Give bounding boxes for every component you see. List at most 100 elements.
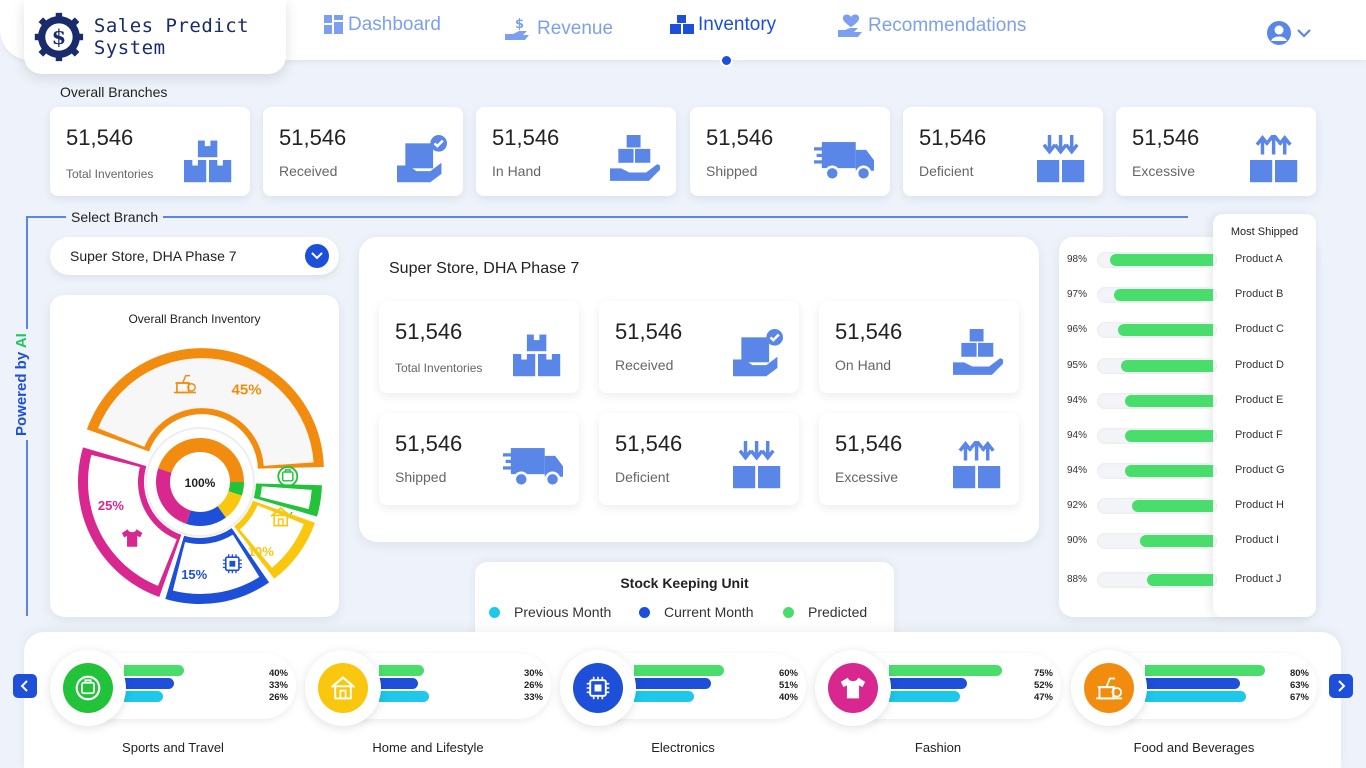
ai-text: AI [13, 333, 30, 349]
branch-stat-card[interactable]: 51,546 Total Inventories [379, 301, 579, 393]
category-card[interactable]: 30% 26% 33% Home and Lifestyle [305, 650, 551, 755]
logo-icon: $ [34, 12, 84, 62]
branch-inventory-pie-card: Overall Branch Inventory 45%5%10%15%25%1… [50, 295, 339, 617]
stat-icon-wrap [814, 135, 874, 188]
sku-percent: 52% [1033, 680, 1053, 691]
branch-stat-card[interactable]: 51,546 Shipped [379, 413, 579, 505]
active-nav-indicator [720, 54, 733, 67]
sku-bar [634, 678, 711, 689]
most-shipped-product: Product I [1235, 534, 1280, 546]
chevron-left-icon [20, 680, 28, 692]
overall-stat-card[interactable]: 51,546 Deficient [903, 107, 1103, 196]
branch-stat-card[interactable]: 51,546 Deficient [599, 413, 799, 505]
sku-percent: 63% [1289, 680, 1309, 691]
most-shipped-labels-column: Most Shipped [1213, 214, 1316, 617]
most-shipped-row[interactable]: 95% Product D [1059, 356, 1316, 376]
most-shipped-product: Product G [1235, 464, 1285, 476]
sku-percent: 40% [268, 668, 288, 679]
fashion-icon [840, 677, 866, 699]
most-shipped-title: Most Shipped [1230, 226, 1299, 238]
branch-select[interactable]: Super Store, DHA Phase 7 [50, 237, 339, 275]
nav-dashboard[interactable]: Dashboard [324, 14, 441, 36]
most-shipped-bar [1125, 395, 1213, 407]
legend-dot [489, 606, 500, 618]
most-shipped-percent: 92% [1067, 500, 1088, 511]
truck-icon [814, 142, 874, 182]
branch-stat-card[interactable]: 51,546 Received [599, 301, 799, 393]
most-shipped-row[interactable]: 94% Product G [1059, 461, 1316, 481]
category-name: Fashion [914, 740, 962, 755]
stat-label: Received [615, 357, 674, 373]
overall-stat-card[interactable]: 51,546 Shipped [690, 107, 890, 196]
most-shipped-bar [1125, 430, 1213, 442]
most-shipped-percent: 97% [1067, 289, 1088, 300]
sku-bar [379, 691, 429, 702]
box-check-icon [733, 329, 783, 377]
most-shipped-row[interactable]: 96% Product C [1059, 320, 1316, 340]
most-shipped-row[interactable]: 97% Product B [1059, 285, 1316, 305]
scroll-right-button[interactable] [1329, 674, 1353, 698]
boxes-down-icon [733, 441, 781, 489]
category-card[interactable]: 60% 51% 40% Electronics [560, 650, 806, 755]
nav-revenue[interactable]: $ Revenue [505, 16, 613, 42]
most-shipped-product: Product D [1235, 359, 1284, 371]
branch-select-toggle[interactable] [305, 244, 329, 268]
stat-value: 51,546 [615, 319, 683, 344]
overall-branches-title: Overall Branches [60, 84, 168, 100]
app-logo[interactable]: $ Sales Predict System [24, 0, 286, 74]
most-shipped-row[interactable]: 94% Product F [1059, 426, 1316, 446]
nav-dashboard-label: Dashboard [348, 14, 441, 35]
overall-stat-card[interactable]: 51,546 Total Inventories [50, 107, 250, 196]
overall-stat-card[interactable]: 51,546 Received [263, 107, 463, 196]
most-shipped-row[interactable]: 88% Product J [1059, 570, 1316, 590]
stat-label: Excessive [1132, 163, 1196, 179]
most-shipped-product: Product C [1235, 323, 1284, 335]
stat-icon-wrap [1250, 132, 1300, 190]
sku-percent: 51% [778, 680, 798, 691]
sku-bar [889, 678, 967, 689]
user-menu[interactable] [1266, 20, 1312, 46]
sku-percent: 67% [1289, 692, 1309, 703]
category-card[interactable]: 40% 33% 26% Sports and Travel [50, 650, 296, 755]
sku-bar [1145, 691, 1246, 702]
stat-icon-wrap [513, 329, 563, 384]
branch-stat-card[interactable]: 51,546 Excessive [819, 413, 1019, 505]
scroll-left-button[interactable] [13, 674, 37, 698]
branch-divider [26, 216, 1188, 218]
most-shipped-percent: 95% [1067, 360, 1088, 371]
branch-select-value: Super Store, DHA Phase 7 [70, 248, 237, 264]
stat-icon-wrap [397, 135, 447, 190]
most-shipped-percent: 88% [1067, 574, 1088, 585]
nav-recommendations-label: Recommendations [868, 15, 1027, 36]
category-icon-ring [815, 650, 891, 726]
overall-stat-card[interactable]: 51,546 Excessive [1116, 107, 1316, 196]
sku-percent: 80% [1289, 668, 1309, 679]
powered-by-text: Powered by [13, 351, 30, 436]
most-shipped-bar [1147, 574, 1213, 586]
sku-bar [634, 665, 724, 676]
most-shipped-row[interactable]: 94% Product E [1059, 391, 1316, 411]
category-icon-badge [63, 663, 113, 713]
category-icon-badge [1084, 663, 1134, 713]
category-name: Food and Beverages [1133, 740, 1255, 755]
category-card[interactable]: 80% 63% 67% Food and Beverages [1071, 650, 1317, 755]
truck-icon [503, 448, 563, 488]
category-name: Sports and Travel [122, 740, 224, 755]
most-shipped-row[interactable]: 92% Product H [1059, 496, 1316, 516]
stat-value: 51,546 [395, 319, 463, 344]
nav-revenue-label: Revenue [537, 18, 614, 39]
nav-inventory[interactable]: Inventory [670, 14, 776, 36]
stat-value: 51,546 [835, 431, 903, 456]
stat-label: Received [279, 163, 338, 179]
stat-label: On Hand [835, 357, 892, 373]
branch-stat-card[interactable]: 51,546 On Hand [819, 301, 1019, 393]
nav-recommendations[interactable]: Recommendations [838, 14, 1026, 38]
most-shipped-percent: 94% [1067, 395, 1088, 406]
sku-percent: 75% [1033, 668, 1053, 679]
overall-stat-card[interactable]: 51,546 In Hand [476, 107, 676, 196]
most-shipped-bar [1110, 254, 1213, 266]
most-shipped-row[interactable]: 90% Product I [1059, 531, 1316, 551]
category-card[interactable]: 75% 52% 47% Fashion [815, 650, 1061, 755]
most-shipped-row[interactable]: 98% Product A [1059, 250, 1316, 270]
stat-label: Deficient [615, 469, 670, 485]
